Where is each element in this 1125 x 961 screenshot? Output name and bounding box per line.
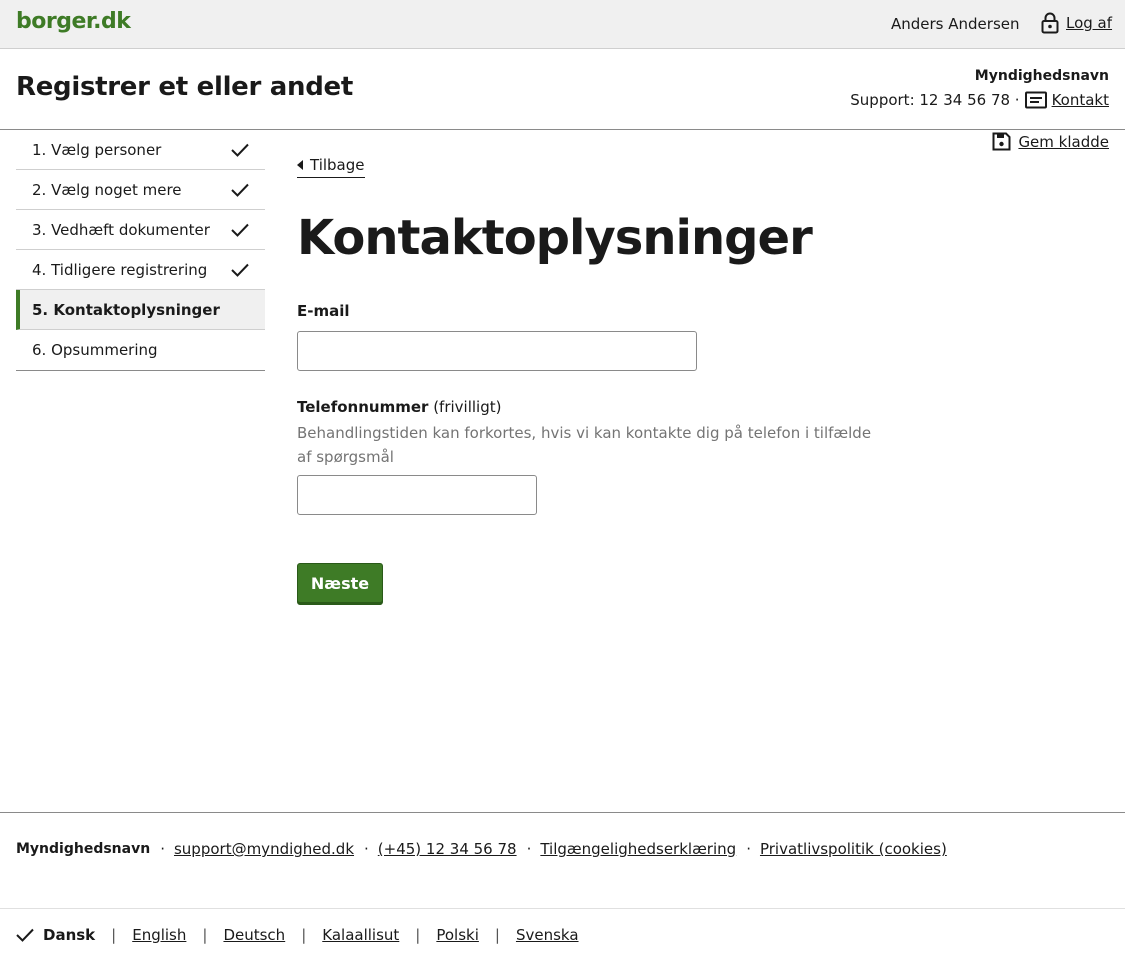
step-5-current[interactable]: 5. Kontaktoplysninger bbox=[16, 290, 265, 330]
logout-label: Log af bbox=[1066, 14, 1113, 32]
divider: | bbox=[111, 926, 117, 944]
language-selector: Dansk | English | Deutsch | Kalaallisut … bbox=[16, 926, 579, 944]
step-6[interactable]: 6. Opsummering bbox=[16, 330, 265, 370]
step-4[interactable]: 4. Tidligere registrering bbox=[16, 250, 265, 290]
divider: | bbox=[494, 926, 500, 944]
current-language-label: Dansk bbox=[43, 926, 96, 944]
authority-name: Myndighedsnavn bbox=[974, 68, 1109, 84]
phone-hint: Behandlingstiden kan forkortes, hvis vi … bbox=[297, 424, 872, 466]
save-draft-label: Gem kladde bbox=[1018, 132, 1109, 151]
checkmark-icon bbox=[231, 223, 249, 237]
language-svenska[interactable]: Svenska bbox=[516, 926, 579, 944]
service-header: Registrer et eller andet Myndighedsnavn … bbox=[0, 49, 1125, 130]
step-navigation: 1. Vælg personer 2. Vælg noget mere 3. V… bbox=[16, 130, 265, 371]
checkmark-icon bbox=[231, 263, 249, 277]
divider: | bbox=[301, 926, 307, 944]
back-label: Tilbage bbox=[310, 156, 365, 174]
step-label: 3. Vedhæft dokumenter bbox=[32, 220, 210, 239]
email-label: E-mail bbox=[297, 302, 350, 320]
footer-authority: Myndighedsnavn bbox=[16, 841, 151, 857]
checkmark-icon bbox=[231, 183, 249, 197]
language-deutsch[interactable]: Deutsch bbox=[223, 926, 285, 944]
page-title: Kontaktoplysninger bbox=[297, 210, 813, 266]
optional-marker: (frivilligt) bbox=[428, 398, 502, 416]
footer-links: Myndighedsnavn · support@myndighed.dk · … bbox=[16, 840, 947, 858]
separator: · bbox=[746, 840, 751, 858]
step-1[interactable]: 1. Vælg personer bbox=[16, 130, 265, 170]
separator: · bbox=[160, 840, 165, 858]
caret-left-icon bbox=[297, 160, 303, 170]
support-info: Support: 12 34 56 78 · Kontakt bbox=[850, 91, 1109, 109]
step-label: 1. Vælg personer bbox=[32, 140, 162, 159]
checkmark-icon bbox=[16, 928, 34, 942]
privacy-link[interactable]: Privatlivspolitik (cookies) bbox=[760, 840, 947, 858]
step-3[interactable]: 3. Vedhæft dokumenter bbox=[16, 210, 265, 250]
phone-input[interactable] bbox=[297, 475, 537, 515]
current-language: Dansk bbox=[16, 926, 95, 944]
email-input[interactable] bbox=[297, 331, 697, 371]
lock-icon bbox=[1041, 12, 1059, 34]
logout-link[interactable]: Log af bbox=[1041, 12, 1112, 34]
divider: | bbox=[202, 926, 208, 944]
save-icon bbox=[992, 132, 1011, 151]
phone-label-text: Telefonnummer bbox=[297, 398, 429, 416]
footer-email-link[interactable]: support@myndighed.dk bbox=[174, 840, 354, 858]
service-title: Registrer et eller andet bbox=[16, 72, 354, 102]
step-label: 5. Kontaktoplysninger bbox=[32, 300, 220, 319]
back-link[interactable]: Tilbage bbox=[297, 156, 365, 178]
top-bar: borger.dk Anders Andersen Log af bbox=[0, 0, 1125, 49]
next-button[interactable]: Næste bbox=[297, 563, 383, 603]
language-kalaallisut[interactable]: Kalaallisut bbox=[322, 926, 399, 944]
separator: · bbox=[364, 840, 369, 858]
message-icon bbox=[1024, 91, 1047, 109]
step-2[interactable]: 2. Vælg noget mere bbox=[16, 170, 265, 210]
language-english[interactable]: English bbox=[132, 926, 186, 944]
contact-link[interactable]: Kontakt bbox=[1052, 91, 1109, 109]
step-label: 2. Vælg noget mere bbox=[32, 180, 182, 199]
borger-dk-logo[interactable]: borger.dk bbox=[16, 9, 131, 34]
user-name: Anders Andersen bbox=[891, 15, 1020, 33]
separator: · bbox=[526, 840, 532, 858]
checkmark-icon bbox=[231, 143, 249, 157]
divider: | bbox=[415, 926, 421, 944]
language-polski[interactable]: Polski bbox=[436, 926, 479, 944]
footer-phone-link[interactable]: (+45) 12 34 56 78 bbox=[378, 840, 517, 858]
phone-label: Telefonnummer (frivilligt) bbox=[297, 398, 501, 416]
footer: Myndighedsnavn · support@myndighed.dk · … bbox=[0, 812, 1125, 909]
accessibility-link[interactable]: Tilgængelighedserklæring bbox=[540, 840, 736, 858]
support-phone: Support: 12 34 56 78 · bbox=[850, 91, 1020, 109]
save-draft-button[interactable]: Gem kladde bbox=[992, 132, 1109, 151]
step-label: 4. Tidligere registrering bbox=[32, 260, 208, 279]
step-label: 6. Opsummering bbox=[32, 341, 158, 359]
